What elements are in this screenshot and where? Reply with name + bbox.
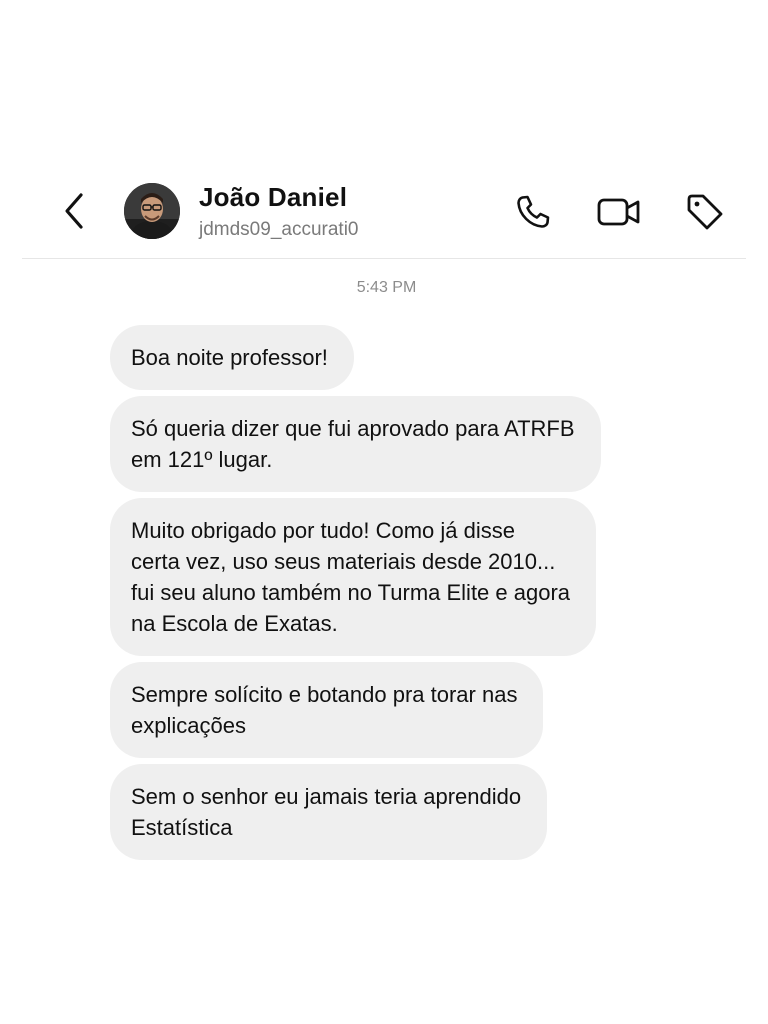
message-line: fui seu aluno também no Turma Elite e ag… <box>131 580 571 605</box>
message-line: Boa noite professor! <box>131 345 328 370</box>
avatar[interactable] <box>124 183 180 239</box>
message-bubble[interactable]: Sempre solícito e botando pra torar nas … <box>110 662 544 758</box>
back-button[interactable] <box>58 190 90 232</box>
message-line: Sempre solícito e botando pra torar nas <box>131 682 518 707</box>
tag-icon <box>687 194 723 230</box>
message-bubble[interactable]: Boa noite professor! <box>110 325 354 390</box>
message-bubble[interactable]: Sem o senhor eu jamais teria aprendido E… <box>110 764 548 860</box>
message-line: Muito obrigado por tudo! Como já disse <box>131 518 515 543</box>
chevron-left-icon <box>65 193 83 229</box>
tag-button[interactable] <box>682 189 728 235</box>
avatar-image <box>124 183 180 239</box>
contact-username: jdmds09_accurati0 <box>199 219 359 240</box>
video-camera-icon <box>597 198 640 226</box>
contact-name[interactable]: João Daniel <box>199 182 347 213</box>
message-line: na Escola de Exatas. <box>131 611 338 636</box>
message-line: certa vez, uso seus materiais desde 2010… <box>131 549 556 574</box>
message-bubble[interactable]: Só queria dizer que fui aprovado para AT… <box>110 396 601 492</box>
message-timestamp: 5:43 PM <box>356 279 417 296</box>
video-call-button[interactable] <box>596 189 642 235</box>
message-line: Estatística <box>131 815 233 840</box>
chat-header: João Daniel jdmds09_accurati0 <box>0 170 768 258</box>
header-divider <box>22 258 746 259</box>
message-line: explicações <box>131 713 246 738</box>
message-line: Sem o senhor eu jamais teria aprendido <box>131 784 522 809</box>
message-bubble[interactable]: Muito obrigado por tudo! Como já disse c… <box>110 498 597 656</box>
message-line: em 121º lugar. <box>131 447 273 472</box>
audio-call-button[interactable] <box>510 189 556 235</box>
message-thread: Boa noite professor! Só queria dizer que… <box>110 325 710 866</box>
phone-icon <box>517 195 550 228</box>
message-line: Só queria dizer que fui aprovado para AT… <box>131 416 575 441</box>
